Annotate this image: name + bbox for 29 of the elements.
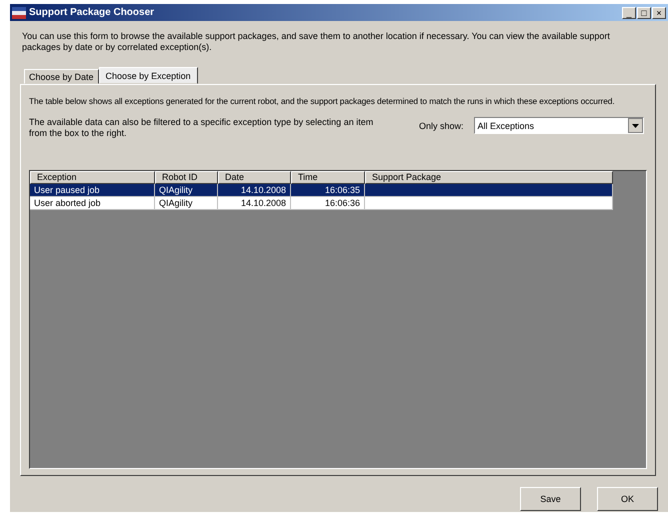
column-header[interactable]: Support Package bbox=[365, 171, 613, 184]
tab[interactable]: Choose by Exception bbox=[98, 67, 198, 84]
description-text: You can use this form to browse the available support packages, and save them to another location if necessary. You can view the available support packages by date or by correlated exception(s). bbox=[22, 31, 611, 53]
tab[interactable]: Choose by Date bbox=[24, 69, 99, 84]
table-row[interactable]: User aborted job QIAgility 14.10.2008 16:06:36 bbox=[30, 197, 613, 210]
app-icon bbox=[12, 6, 26, 18]
window-title: Support Package Chooser bbox=[29, 7, 156, 18]
table-cell: QIAgility bbox=[159, 198, 193, 208]
filter-label: Only show: bbox=[419, 121, 464, 131]
table-cell: 14.10.2008 bbox=[240, 198, 286, 208]
column-header[interactable]: Date bbox=[218, 171, 291, 184]
table-cell: 16:06:36 bbox=[324, 198, 360, 208]
column-header[interactable]: Exception bbox=[30, 171, 155, 184]
column-header[interactable]: Robot ID bbox=[155, 171, 218, 184]
close-button[interactable]: × bbox=[652, 6, 666, 18]
column-header[interactable]: Time bbox=[291, 171, 365, 184]
intro-text: The table below shows all exceptions generated for the current robot, and the support packages determined to match the runs in which these exceptions occurred. bbox=[29, 96, 616, 107]
filter-hint-text: The available data can also be filtered to a specific exception type by selecting an item from the box to the right. bbox=[29, 117, 374, 139]
table-cell: User aborted job bbox=[34, 198, 101, 208]
table-cell: 16:06:35 bbox=[324, 185, 360, 195]
exception-filter-dropdown[interactable]: All Exceptions bbox=[474, 117, 644, 134]
save-button[interactable]: Save bbox=[520, 487, 581, 511]
maximize-button[interactable]: □ bbox=[637, 6, 651, 18]
minimize-button[interactable]: _ bbox=[622, 6, 636, 18]
table-row[interactable]: User paused job QIAgility 14.10.2008 16:06:35 bbox=[30, 184, 613, 197]
table-cell: 14.10.2008 bbox=[240, 185, 286, 195]
table-cell: User paused job bbox=[34, 185, 100, 195]
ok-button[interactable]: OK bbox=[597, 487, 658, 511]
table-cell: QIAgility bbox=[159, 185, 193, 195]
